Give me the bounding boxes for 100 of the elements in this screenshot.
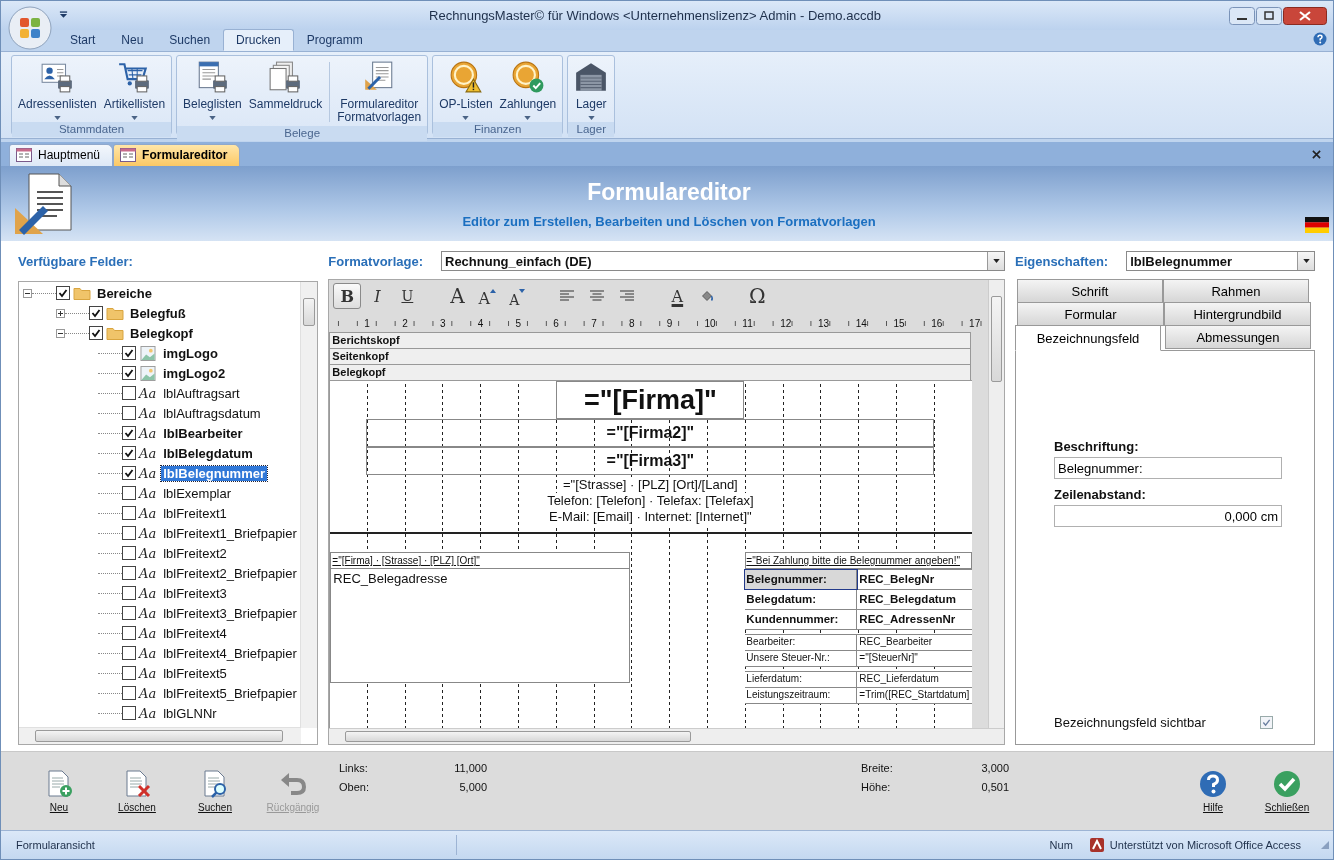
checkbox[interactable] bbox=[122, 646, 136, 660]
report-label[interactable]: Belegdatum: bbox=[745, 590, 858, 609]
report-field[interactable]: REC_Belegdatum bbox=[857, 590, 973, 609]
ribbon-tab[interactable]: Suchen bbox=[156, 29, 224, 51]
ribbon-tab[interactable]: Neu bbox=[108, 29, 157, 51]
checkbox[interactable] bbox=[122, 406, 136, 420]
checkbox[interactable] bbox=[122, 666, 136, 680]
document-tab[interactable]: Hauptmenü bbox=[9, 144, 114, 166]
checkbox[interactable] bbox=[56, 286, 70, 300]
properties-tab[interactable]: Abmessungen bbox=[1165, 325, 1311, 349]
font-size-button[interactable]: A bbox=[443, 283, 472, 309]
symbol-button[interactable]: Ω bbox=[743, 283, 772, 309]
report-field[interactable]: ="[Firma2]" bbox=[366, 419, 935, 447]
ribbon-button[interactable]: Beleglisten bbox=[180, 58, 245, 126]
report-label[interactable]: Belegnummer: bbox=[745, 570, 858, 589]
expander-icon[interactable] bbox=[23, 288, 32, 298]
checkbox[interactable] bbox=[89, 326, 103, 340]
delete-button[interactable]: Löschen bbox=[105, 769, 169, 813]
input-field[interactable]: 0,000 cm bbox=[1054, 505, 1282, 527]
checkbox[interactable] bbox=[122, 686, 136, 700]
tree-item[interactable]: Bereiche bbox=[95, 285, 154, 301]
report-label[interactable]: Kundennummer: bbox=[745, 610, 858, 629]
minimize-icon[interactable] bbox=[1229, 6, 1255, 25]
report-field[interactable]: REC_AdressenNr bbox=[857, 610, 973, 629]
tree-item[interactable]: Belegfuß bbox=[128, 305, 188, 321]
report-label[interactable]: Unsere Steuer-Nr.: bbox=[745, 651, 858, 666]
report-field[interactable]: E-Mail: [Email] · Internet: [Internet]" bbox=[549, 509, 752, 525]
help-icon[interactable] bbox=[1313, 32, 1327, 46]
checkbox[interactable] bbox=[89, 306, 103, 320]
italic-button[interactable]: I bbox=[363, 283, 392, 309]
ribbon-button[interactable]: Sammeldruck bbox=[245, 58, 326, 126]
report-field[interactable]: ="[Firma]" bbox=[556, 381, 745, 419]
tree-item[interactable]: lblGLNNr bbox=[161, 705, 219, 721]
tree-item[interactable]: lblExemplar bbox=[161, 485, 234, 501]
checkbox[interactable] bbox=[122, 606, 136, 620]
checkbox[interactable] bbox=[122, 586, 136, 600]
checkbox[interactable] bbox=[122, 546, 136, 560]
ribbon-tab[interactable]: Drucken bbox=[223, 29, 294, 51]
ribbon-button[interactable]: Zahlungen bbox=[496, 58, 560, 122]
tree-item[interactable]: Belegkopf bbox=[128, 325, 195, 341]
report-field[interactable]: REC_Bearbeiter bbox=[857, 635, 973, 650]
ribbon-tab[interactable]: Programm bbox=[293, 29, 376, 51]
tree-item[interactable]: lblAuftragsdatum bbox=[161, 405, 263, 421]
checkbox[interactable] bbox=[122, 486, 136, 500]
checkbox[interactable] bbox=[122, 706, 136, 720]
tree-item[interactable]: imgLogo2 bbox=[161, 365, 228, 381]
report-label[interactable]: Lieferdatum: bbox=[745, 672, 858, 687]
underline-button[interactable]: U bbox=[393, 283, 422, 309]
bold-button[interactable]: B bbox=[333, 283, 362, 309]
ribbon-button[interactable]: Formulareditor Formatvorlagen bbox=[334, 58, 425, 126]
checkbox[interactable] bbox=[122, 506, 136, 520]
tree-item[interactable]: lblFreitext3_Briefpapier bbox=[161, 605, 299, 621]
tree-item[interactable]: lblFreitext1_Briefpapier bbox=[161, 525, 299, 541]
report-field[interactable]: ="Bei Zahlung bitte die Belegnummer angeben!" bbox=[745, 552, 973, 569]
tree-item[interactable]: imgLogo bbox=[161, 345, 220, 361]
report-field[interactable]: Telefon: [Telefon] · Telefax: [Telefax] bbox=[547, 493, 754, 509]
checkbox[interactable] bbox=[122, 626, 136, 640]
properties-tab[interactable]: Rahmen bbox=[1163, 279, 1309, 303]
german-flag-icon[interactable] bbox=[1305, 217, 1329, 233]
close-icon[interactable] bbox=[1283, 6, 1327, 25]
report-label[interactable]: Bearbeiter: bbox=[745, 635, 858, 650]
new-button[interactable]: Neu bbox=[27, 769, 91, 813]
ribbon-button[interactable]: Adressenlisten bbox=[15, 58, 100, 122]
report-field[interactable]: ="[SteuerNr]" bbox=[857, 651, 973, 666]
report-field[interactable]: ="[Strasse] · [PLZ] [Ort]/[Land] bbox=[562, 477, 738, 493]
report-label[interactable]: Leistungszeitraum: bbox=[745, 688, 858, 703]
checkbox[interactable] bbox=[122, 426, 136, 440]
checkbox[interactable] bbox=[122, 566, 136, 580]
font-color-button[interactable]: A bbox=[663, 283, 692, 309]
vertical-scrollbar[interactable] bbox=[988, 280, 1004, 728]
tree-item[interactable]: lblBearbeiter bbox=[161, 425, 245, 441]
input-field[interactable]: Belegnummer: bbox=[1054, 457, 1282, 479]
report-field[interactable]: REC_Lieferdatum bbox=[857, 672, 973, 687]
office-logo-icon[interactable] bbox=[8, 6, 52, 50]
expander-icon[interactable] bbox=[56, 308, 65, 318]
tree-item[interactable]: lblFreitext5_Briefpapier bbox=[161, 685, 299, 701]
properties-tab[interactable]: Hintergrundbild bbox=[1164, 302, 1311, 326]
resize-grip-icon[interactable] bbox=[1319, 839, 1331, 851]
checkbox[interactable] bbox=[122, 346, 136, 360]
checkbox[interactable] bbox=[122, 526, 136, 540]
expander-icon[interactable] bbox=[56, 328, 65, 338]
checkbox[interactable] bbox=[122, 366, 136, 380]
checkbox[interactable] bbox=[122, 386, 136, 400]
tree-item[interactable]: lblFreitext3 bbox=[161, 585, 229, 601]
restore-icon[interactable] bbox=[1256, 6, 1282, 25]
grow-font-button[interactable]: A bbox=[473, 283, 502, 309]
horizontal-scrollbar[interactable] bbox=[19, 727, 302, 744]
address-field[interactable]: REC_Belegadresse bbox=[330, 569, 631, 683]
tree-item[interactable]: lblFreitext5 bbox=[161, 665, 229, 681]
tree-item[interactable]: lblFreitext4_Briefpapier bbox=[161, 645, 299, 661]
checkbox[interactable] bbox=[122, 446, 136, 460]
shrink-font-button[interactable]: A bbox=[503, 283, 532, 309]
search-button[interactable]: Suchen bbox=[183, 769, 247, 813]
tree-item[interactable]: lblBelegdatum bbox=[161, 445, 255, 461]
checkbox[interactable] bbox=[122, 466, 136, 480]
close-button[interactable]: Schließen bbox=[1255, 769, 1319, 813]
properties-tab[interactable]: Formular bbox=[1017, 302, 1164, 326]
customize-caret-icon[interactable] bbox=[59, 11, 68, 19]
help-button[interactable]: Hilfe bbox=[1181, 769, 1245, 813]
tree-item[interactable]: lblBelegnummer bbox=[161, 465, 267, 481]
